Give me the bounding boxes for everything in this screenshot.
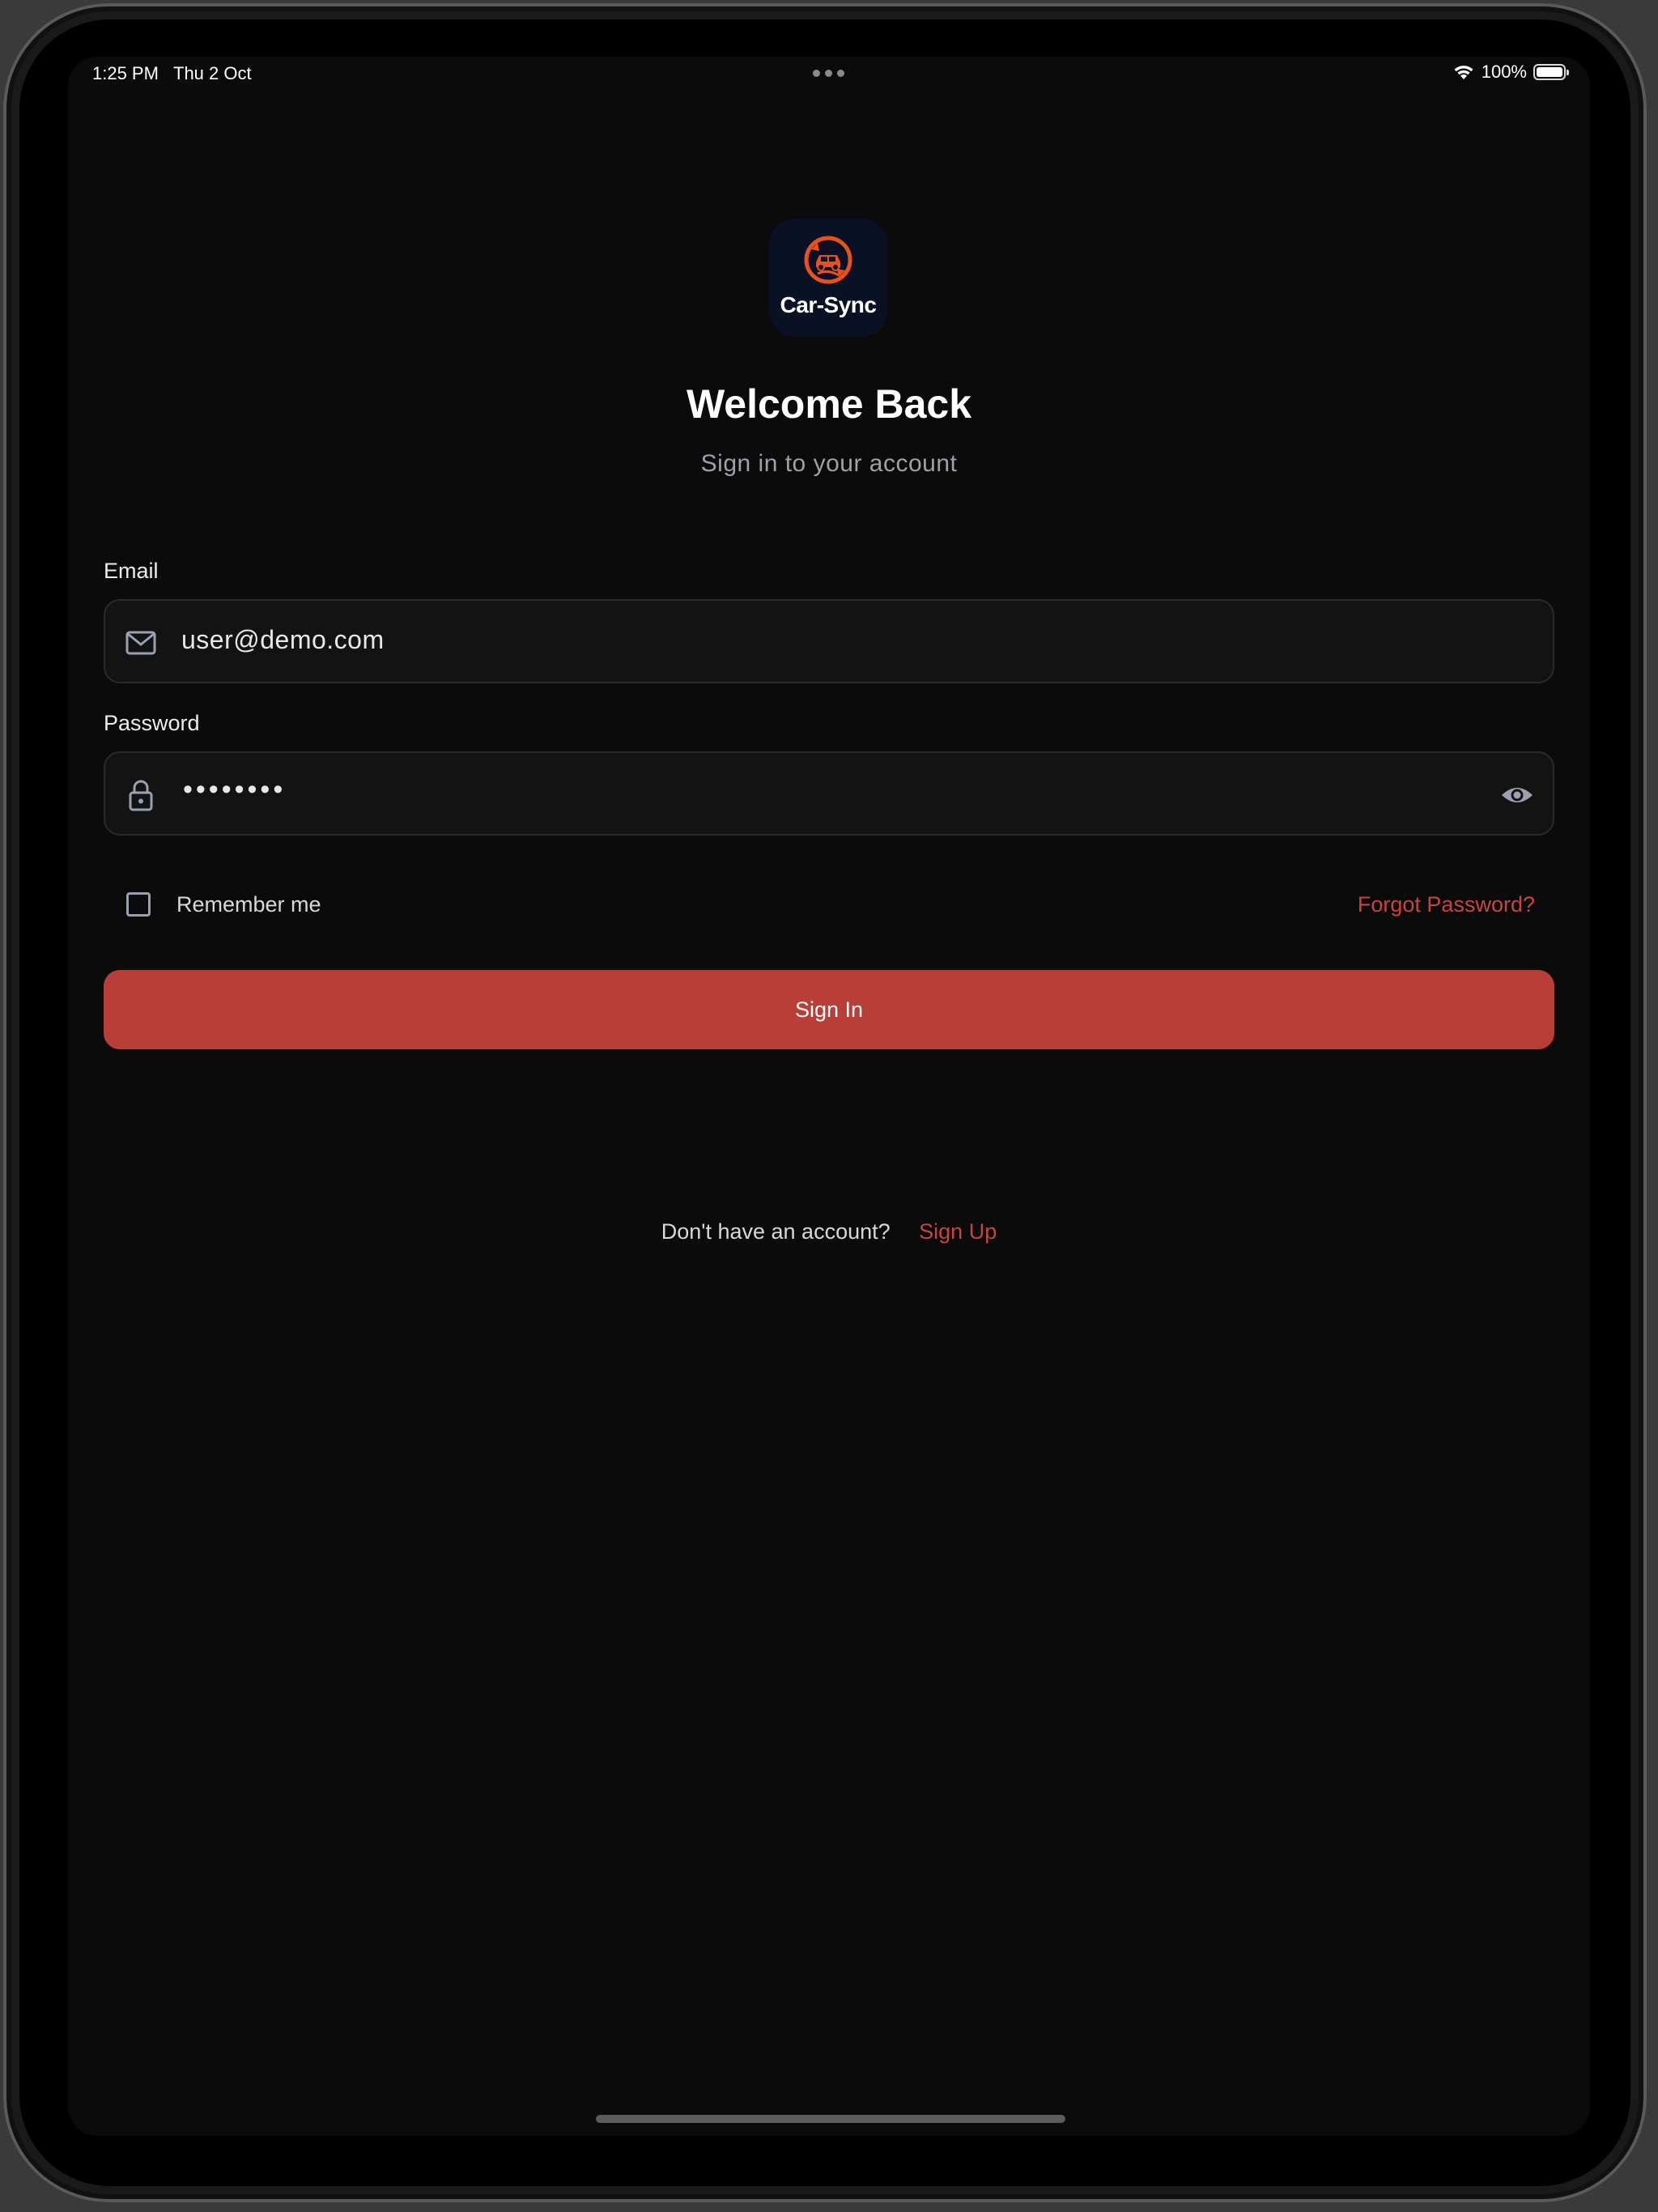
sign-in-button[interactable]: Sign In — [104, 970, 1554, 1049]
page-subtitle: Sign in to your account — [700, 450, 958, 477]
password-field[interactable]: •••••••• — [104, 751, 1554, 836]
sign-up-link[interactable]: Sign Up — [919, 1219, 997, 1244]
app-logo: Car-Sync — [769, 219, 887, 337]
password-label: Password — [104, 711, 200, 735]
page-title: Welcome Back — [686, 381, 972, 427]
password-input[interactable]: •••••••• — [183, 774, 286, 806]
email-field[interactable] — [104, 599, 1554, 683]
remember-me-checkbox[interactable] — [126, 892, 151, 917]
lock-icon — [123, 777, 159, 813]
email-label: Email — [104, 559, 159, 583]
car-sync-emblem-icon — [801, 233, 855, 291]
status-bar: 1:25 PM Thu 2 Oct 100% — [68, 57, 1590, 91]
battery-icon — [1533, 64, 1569, 80]
signup-row: Don't have an account? Sign Up — [68, 1219, 1590, 1244]
mail-icon — [123, 625, 159, 661]
remember-row: Remember me Forgot Password? — [104, 881, 1554, 929]
signup-prompt: Don't have an account? — [661, 1219, 891, 1244]
logo-text: Car-Sync — [780, 291, 877, 317]
status-indicators: 100% — [1452, 62, 1569, 83]
battery-percent: 100% — [1481, 62, 1527, 82]
app-screen: 1:25 PM Thu 2 Oct 100% Car-Sync Welcome … — [68, 57, 1590, 2136]
multitasking-dots-icon[interactable] — [813, 70, 844, 77]
remember-me-label[interactable]: Remember me — [176, 892, 321, 917]
email-input[interactable] — [181, 625, 1396, 655]
status-date: Thu 2 Oct — [173, 63, 252, 83]
wifi-icon — [1452, 63, 1475, 81]
status-time: 1:25 PM — [92, 63, 159, 83]
eye-icon[interactable] — [1499, 777, 1535, 813]
forgot-password-link[interactable]: Forgot Password? — [1358, 892, 1535, 917]
home-indicator[interactable] — [596, 2115, 1065, 2123]
